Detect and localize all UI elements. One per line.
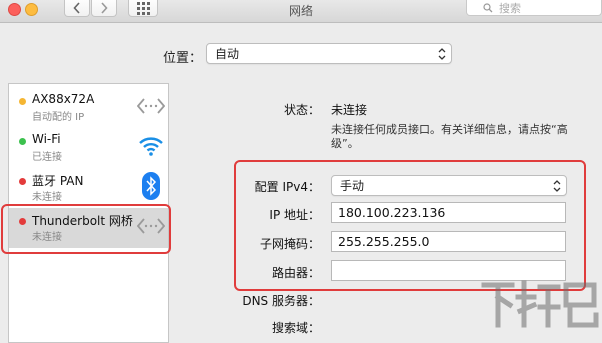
service-status: 已连接 bbox=[32, 152, 62, 163]
status-dot bbox=[19, 138, 26, 145]
up-down-chevron-icon bbox=[438, 47, 446, 60]
service-status: 未连接 bbox=[32, 192, 62, 203]
status-description-line2: 级”。 bbox=[331, 137, 359, 150]
location-label: 位置： bbox=[163, 51, 203, 66]
highlight-box-service bbox=[1, 204, 171, 254]
watermark-logo bbox=[478, 275, 602, 333]
status-label: 状态： bbox=[283, 103, 320, 117]
service-item-bluetooth-pan[interactable]: 蓝牙 PAN 未连接 bbox=[9, 168, 168, 208]
service-item-ax88x72a[interactable]: AX88x72A 自动配的 IP bbox=[9, 88, 168, 128]
ethernet-arrows-icon bbox=[137, 92, 165, 120]
status-description-line1: 未连接任何成员接口。有关详细信息，请点按“高 bbox=[331, 123, 568, 136]
search-field[interactable]: 搜索 bbox=[466, 0, 602, 16]
service-status: 自动配的 IP bbox=[32, 112, 85, 123]
title-bar: 网络 搜索 bbox=[0, 0, 602, 23]
status-dot bbox=[19, 98, 26, 105]
highlight-box-ipv4 bbox=[234, 160, 586, 291]
service-name: Wi-Fi bbox=[32, 132, 61, 146]
status-value: 未连接 bbox=[331, 103, 368, 117]
service-item-wifi[interactable]: Wi-Fi 已连接 bbox=[9, 128, 168, 168]
dns-server-label: DNS 服务器： bbox=[242, 294, 320, 308]
search-icon bbox=[483, 3, 493, 13]
location-value: 自动 bbox=[215, 47, 240, 61]
wifi-icon bbox=[137, 132, 165, 160]
service-name: AX88x72A bbox=[32, 92, 95, 106]
search-domain-label: 搜索域： bbox=[271, 321, 320, 335]
status-dot bbox=[19, 178, 26, 185]
location-select[interactable]: 自动 bbox=[206, 43, 452, 64]
search-placeholder: 搜索 bbox=[499, 1, 521, 15]
service-name: 蓝牙 PAN bbox=[32, 174, 84, 188]
bluetooth-icon bbox=[137, 172, 165, 200]
